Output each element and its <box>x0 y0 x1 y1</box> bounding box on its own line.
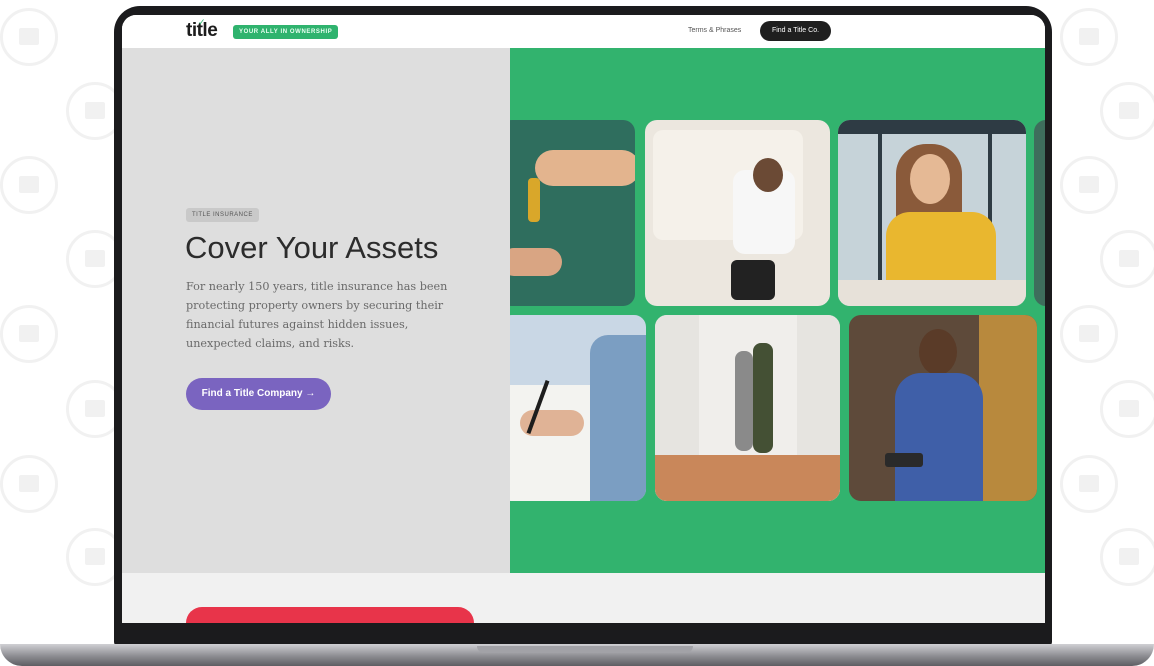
watermark-badge-icon <box>1060 305 1118 363</box>
watermark-badge-icon <box>1100 82 1154 140</box>
photo-couple-in-doorway <box>655 315 840 501</box>
watermark-badge-icon <box>1060 156 1118 214</box>
watermark-badge-icon <box>0 8 58 66</box>
photo-keys-handoff <box>510 120 635 306</box>
logo-check-icon: ✓ <box>198 17 206 27</box>
photo-grid-panel <box>510 48 1045 573</box>
terms-phrases-link[interactable]: Terms & Phrases <box>688 27 741 34</box>
photo-partial <box>1034 120 1045 306</box>
eyebrow-badge: TITLE INSURANCE <box>186 208 259 222</box>
photo-mover-carrying-box <box>645 120 830 306</box>
next-section-card <box>186 607 474 623</box>
laptop-hinge-notch <box>477 646 693 653</box>
watermark-badge-icon <box>0 455 58 513</box>
watermark-badge-icon <box>0 305 58 363</box>
watermark-badge-icon <box>1060 455 1118 513</box>
laptop-screen: title ✓ YOUR ALLY IN OWNERSHIP Terms & P… <box>122 15 1045 623</box>
photo-signing-document <box>510 315 646 501</box>
watermark-badge-icon <box>1100 528 1154 586</box>
find-title-company-button[interactable]: Find a Title Company → <box>186 378 331 410</box>
find-title-co-button[interactable]: Find a Title Co. <box>760 21 831 41</box>
site-navbar: title ✓ YOUR ALLY IN OWNERSHIP Terms & P… <box>122 15 1045 48</box>
watermark-badge-icon <box>1100 230 1154 288</box>
hero-description: For nearly 150 years, title insurance ha… <box>186 280 448 350</box>
photo-smiling-woman <box>838 120 1026 306</box>
watermark-badge-icon <box>1060 8 1118 66</box>
watermark-badge-icon <box>0 156 58 214</box>
tagline-badge: YOUR ALLY IN OWNERSHIP <box>233 25 339 39</box>
watermark-badge-icon <box>1100 380 1154 438</box>
hero-headline: Cover Your Assets <box>185 230 439 265</box>
photo-man-with-tablet <box>849 315 1037 501</box>
